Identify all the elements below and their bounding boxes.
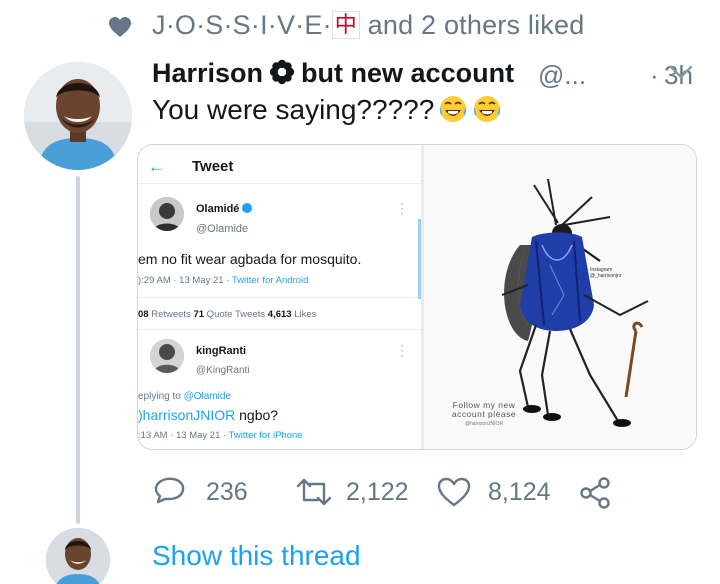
- quoted-app: Twitter for Android: [231, 275, 309, 286]
- screenshot-header-divider: [138, 183, 421, 184]
- stat-retweets-label: Retweets: [148, 309, 194, 320]
- liked-by-text[interactable]: J·O·S·S·I·V·E· 中 and 2 others liked: [152, 10, 584, 41]
- separator-dot: ·: [650, 60, 659, 90]
- face-with-tears-of-joy-icon: [440, 96, 467, 122]
- media-illustration[interactable]: Instagram @_harrisonjnr Follow my new acc…: [424, 145, 696, 449]
- illustration-caption: Follow my new account please: [451, 400, 517, 419]
- display-name[interactable]: Harrison but new account: [152, 58, 514, 89]
- quoted-name: Olamidé: [196, 203, 253, 215]
- screenshot-divider: [138, 329, 421, 330]
- thread-avatar-image: [46, 528, 110, 584]
- reply-time: :13 AM · 13 May 21 ·: [138, 430, 229, 441]
- reply-avatar: [150, 339, 184, 373]
- screenshot-divider: [138, 297, 421, 298]
- reply-icon: [154, 477, 185, 504]
- reply-count: 236: [206, 478, 248, 506]
- back-arrow-icon: ←: [148, 157, 165, 176]
- replying-to: eplying to @Olamide: [138, 391, 231, 402]
- more-options-icon: · · ·: [400, 196, 404, 220]
- quoted-text: em no fit wear agbada for mosquito.: [138, 251, 362, 267]
- tweet-header: Harrison but new account @... · 3h: [152, 56, 712, 94]
- thread-avatar[interactable]: [46, 528, 110, 584]
- quoted-handle: @Olamide: [196, 223, 249, 235]
- heart-outline-icon: [437, 477, 471, 507]
- heart-icon: [109, 17, 131, 37]
- retweet-icon: [296, 478, 332, 506]
- reply-name: kingRanti: [196, 345, 247, 357]
- tweet-body: You were saying?????: [152, 94, 435, 125]
- show-thread-link[interactable]: Show this thread: [152, 540, 361, 572]
- instagram-handle: @_harrisonjnr: [590, 273, 622, 279]
- reply-text: )harrisonJNIOR ngbo?: [138, 407, 278, 423]
- instagram-watermark: Instagram @_harrisonjnr: [590, 267, 621, 279]
- replying-prefix: eplying to: [138, 391, 184, 402]
- media-screenshot[interactable]: ← Tweet Olamidé @Olamide · · · em no fit w…: [138, 145, 421, 449]
- mahjong-tile-icon: 中: [331, 11, 360, 39]
- reply-app: Twitter for iPhone: [228, 430, 303, 441]
- reply-mention: )harrisonJNIOR: [138, 407, 236, 423]
- flower-emoji-icon: [269, 59, 295, 85]
- quoted-avatar: [150, 197, 184, 231]
- quoted-meta: ):29 AM · 13 May 21 · Twitter for Androi…: [138, 275, 308, 286]
- verified-badge-icon: [242, 203, 253, 213]
- stat-quotes-label: Quote Tweets: [204, 309, 268, 320]
- social-context: J·O·S·S·I·V·E· 中 and 2 others liked: [0, 8, 720, 44]
- thread-connector-line: [76, 176, 80, 524]
- stat-retweets-num: 08: [138, 309, 149, 320]
- liked-suffix: and 2 others liked: [359, 10, 585, 40]
- share-icon: [580, 477, 610, 509]
- like-count: 8,124: [488, 478, 551, 506]
- avatar-image: [24, 62, 132, 170]
- replying-to-handle: @Olamide: [183, 391, 231, 402]
- more-options-icon: · · ·: [400, 338, 404, 362]
- illustration-caption-handle: @harrisonJNIOR: [464, 421, 504, 427]
- quoted-name-text: Olamidé: [196, 203, 240, 215]
- liker-name: J·O·S·S·I·V·E·: [152, 10, 332, 40]
- quoted-time: ):29 AM · 13 May 21 ·: [138, 275, 232, 286]
- display-name-first: Harrison: [152, 58, 264, 88]
- screenshot-title: Tweet: [192, 158, 234, 175]
- screenshot-stats: 08 Retweets 71 Quote Tweets 4,613 Likes: [138, 309, 316, 320]
- reply-handle: @KingRanti: [196, 365, 250, 376]
- tweet-text: You were saying?????: [152, 94, 502, 126]
- reply-body: ngbo?: [235, 407, 279, 423]
- author-avatar[interactable]: [24, 62, 132, 170]
- tweet-actions: 236 2,122 8,124: [152, 474, 712, 510]
- chevron-down-icon[interactable]: [668, 62, 694, 82]
- stat-quotes-num: 71: [193, 309, 205, 320]
- stat-likes-num: 4,613: [267, 309, 292, 320]
- retweet-count: 2,122: [346, 478, 409, 506]
- user-handle[interactable]: @...: [538, 60, 586, 91]
- reply-meta: :13 AM · 13 May 21 · Twitter for iPhone: [138, 430, 303, 441]
- face-with-tears-of-joy-icon: [474, 96, 501, 122]
- stat-likes-label: Likes: [291, 309, 317, 320]
- tweet-media[interactable]: ← Tweet Olamidé @Olamide · · · em no fit w…: [137, 144, 697, 450]
- display-name-second: but new account: [301, 58, 515, 88]
